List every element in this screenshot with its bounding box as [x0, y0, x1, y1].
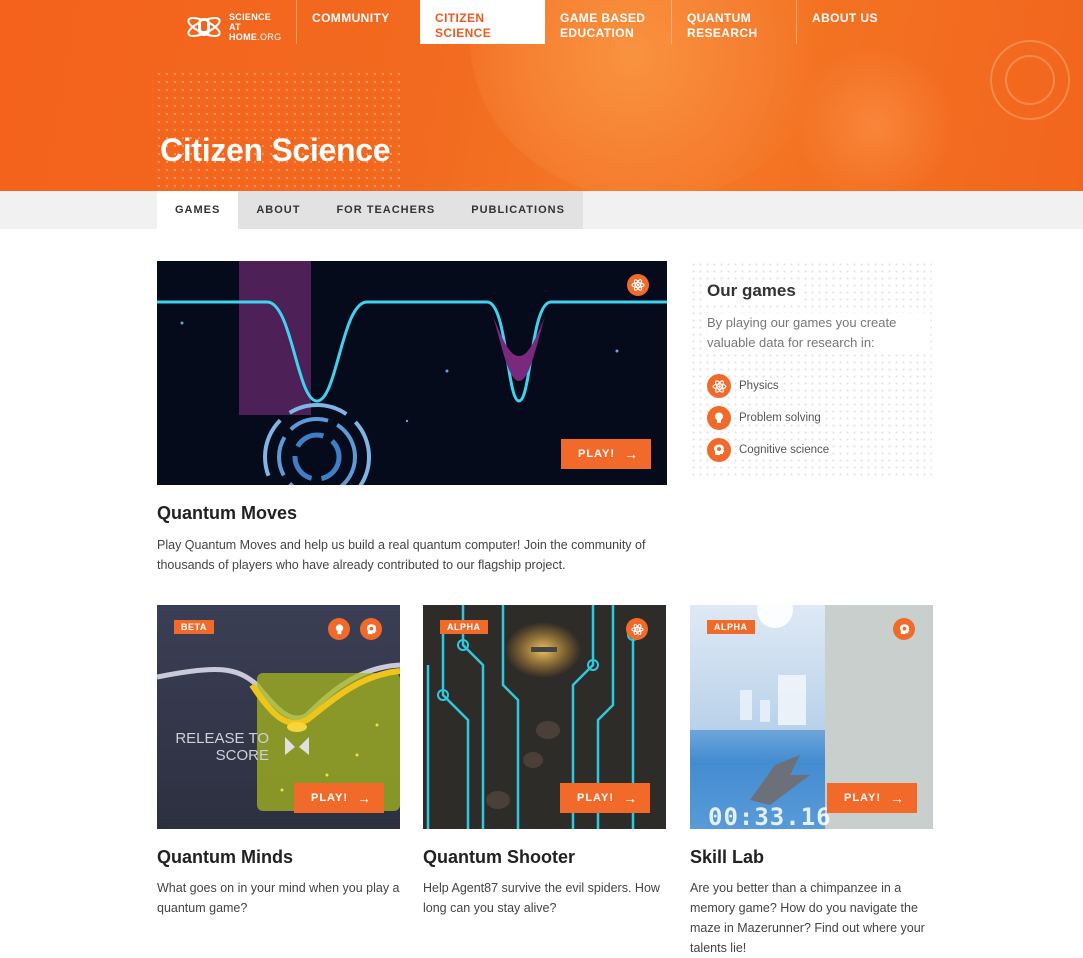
game-title[interactable]: Quantum Minds: [157, 847, 293, 868]
list-item: Cognitive science: [707, 434, 830, 466]
head-icon: [707, 438, 731, 462]
nav-item-label: CITIZEN: [435, 11, 485, 25]
nav-item-label: GAME BASED: [560, 11, 646, 25]
alpha-badge: ALPHA: [707, 620, 755, 634]
nav-item-label: COMMUNITY: [312, 11, 390, 25]
subnav-tab-about[interactable]: ABOUT: [238, 191, 318, 229]
play-button-label: PLAY!: [577, 792, 614, 804]
logo-line: AT: [229, 22, 241, 32]
our-games-title: Our games: [707, 281, 800, 301]
research-category-list: Physics Problem solving Cognitive scienc…: [707, 370, 830, 466]
nav-item-label: EDUCATION: [560, 26, 635, 40]
head-icon: [893, 618, 915, 640]
arrow-right-icon: →: [357, 790, 372, 806]
nav-item-quantum-research[interactable]: QUANTUM RESEARCH: [671, 0, 796, 44]
page-title: Citizen Science: [160, 132, 391, 168]
play-button-label: PLAY!: [578, 448, 615, 460]
category-label: Physics: [739, 380, 779, 392]
logo-text: SCIENCE AT HOME.ORG: [229, 12, 281, 42]
beta-badge: BETA: [174, 620, 214, 634]
arrow-right-icon: →: [624, 446, 639, 462]
play-button-label: PLAY!: [844, 792, 881, 804]
featured-game-description: Play Quantum Moves and help us build a r…: [157, 538, 646, 572]
overlay-line: SCORE: [215, 747, 269, 764]
subnav: GAMES ABOUT FOR TEACHERS PUBLICATIONS: [157, 191, 583, 229]
game-title[interactable]: Quantum Shooter: [423, 847, 575, 868]
atom-icon: [627, 274, 649, 296]
play-button[interactable]: PLAY! →: [827, 783, 917, 813]
hero-background-shape: [790, 50, 960, 191]
hero-banner: SCIENCE AT HOME.ORG COMMUNITY CITIZEN SC…: [0, 0, 1083, 191]
atom-icon: [707, 374, 731, 398]
arrow-right-icon: →: [623, 790, 638, 806]
head-icon: [360, 618, 382, 640]
subnav-tab-games[interactable]: GAMES: [157, 191, 239, 229]
play-button[interactable]: PLAY! →: [294, 783, 384, 813]
subnav-tab-publications[interactable]: PUBLICATIONS: [453, 191, 583, 229]
main-nav: COMMUNITY CITIZEN SCIENCE GAME BASED EDU…: [296, 0, 906, 44]
nav-item-label: RESEARCH: [687, 26, 758, 40]
score-timer: 00:33.16: [708, 803, 832, 829]
logo-line: SCIENCE: [229, 12, 272, 22]
hero-dot-pattern: [155, 70, 400, 190]
logo-atom-icon: [185, 9, 223, 45]
hero-ring-decoration: [1005, 55, 1055, 105]
our-games-description: By playing our games you create valuable…: [707, 313, 927, 353]
game-description: Help Agent87 survive the evil spiders. H…: [423, 881, 660, 915]
nav-item-label: QUANTUM: [687, 11, 752, 25]
game-title[interactable]: Skill Lab: [690, 847, 764, 868]
our-games-panel: Our games By playing our games you creat…: [690, 261, 932, 479]
nav-item-game-based-education[interactable]: GAME BASED EDUCATION: [545, 0, 671, 44]
lightbulb-icon: [328, 618, 350, 640]
game-overlay-text: RELEASE TO SCORE: [174, 730, 269, 764]
category-label: Problem solving: [739, 412, 821, 424]
nav-item-label: SCIENCE: [435, 26, 492, 40]
site-logo[interactable]: SCIENCE AT HOME.ORG: [185, 9, 285, 45]
list-item: Physics: [707, 370, 829, 402]
quantum-minds-image[interactable]: RELEASE TO SCORE BETA PLAY! →: [157, 605, 400, 829]
list-item: Problem solving: [707, 402, 829, 434]
subnav-tab-for-teachers[interactable]: FOR TEACHERS: [318, 191, 453, 229]
category-label: Cognitive science: [739, 444, 830, 456]
nav-item-label: ABOUT US: [812, 11, 878, 25]
quantum-shooter-image[interactable]: ALPHA PLAY! →: [423, 605, 666, 829]
game-description: What goes on in your mind when you play …: [157, 881, 400, 915]
game-description: Are you better than a chimpanzee in a me…: [690, 881, 925, 955]
play-button[interactable]: PLAY! →: [560, 783, 650, 813]
play-button-label: PLAY!: [311, 792, 348, 804]
nav-item-community[interactable]: COMMUNITY: [296, 0, 420, 44]
nav-item-citizen-science[interactable]: CITIZEN SCIENCE: [420, 0, 545, 44]
atom-icon: [626, 618, 648, 640]
alpha-badge: ALPHA: [440, 620, 488, 634]
featured-game-image[interactable]: PLAY! →: [157, 261, 667, 485]
featured-game-title[interactable]: Quantum Moves: [157, 503, 297, 524]
overlay-line: RELEASE TO: [175, 730, 269, 747]
skill-lab-image[interactable]: 00:33.16 ALPHA PLAY! →: [690, 605, 933, 829]
play-button[interactable]: PLAY! →: [561, 439, 651, 469]
arrow-right-icon: →: [890, 790, 905, 806]
logo-suffix: .ORG: [257, 32, 282, 42]
lightbulb-icon: [707, 406, 731, 430]
logo-line: HOME: [229, 32, 258, 42]
nav-item-about-us[interactable]: ABOUT US: [796, 0, 906, 44]
